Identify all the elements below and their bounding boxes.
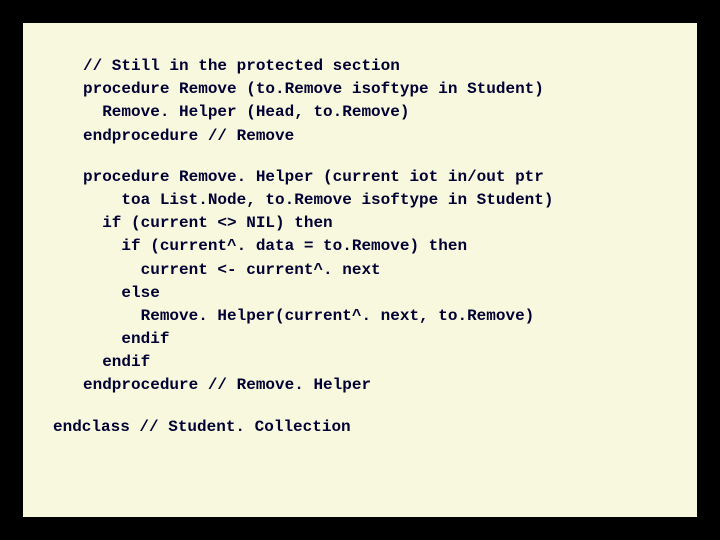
code-line-comment: // Still in the protected section [83,55,677,78]
spacer [43,398,677,416]
code-line: toa List.Node, to.Remove isoftype in Stu… [83,189,677,212]
code-line: if (current^. data = to.Remove) then [83,235,677,258]
code-line: procedure Remove (to.Remove isoftype in … [83,78,677,101]
code-line: else [83,282,677,305]
code-line: endprocedure // Remove. Helper [83,374,677,397]
code-line: endprocedure // Remove [83,125,677,148]
code-line: if (current <> NIL) then [83,212,677,235]
code-line: current <- current^. next [83,259,677,282]
code-line: Remove. Helper (Head, to.Remove) [83,101,677,124]
code-line: endif [83,351,677,374]
code-line: Remove. Helper(current^. next, to.Remove… [83,305,677,328]
spacer [43,148,677,166]
code-line: procedure Remove. Helper (current iot in… [83,166,677,189]
code-line-endclass: endclass // Student. Collection [53,416,677,439]
slide-frame: // Still in the protected section proced… [20,20,700,520]
code-line: endif [83,328,677,351]
